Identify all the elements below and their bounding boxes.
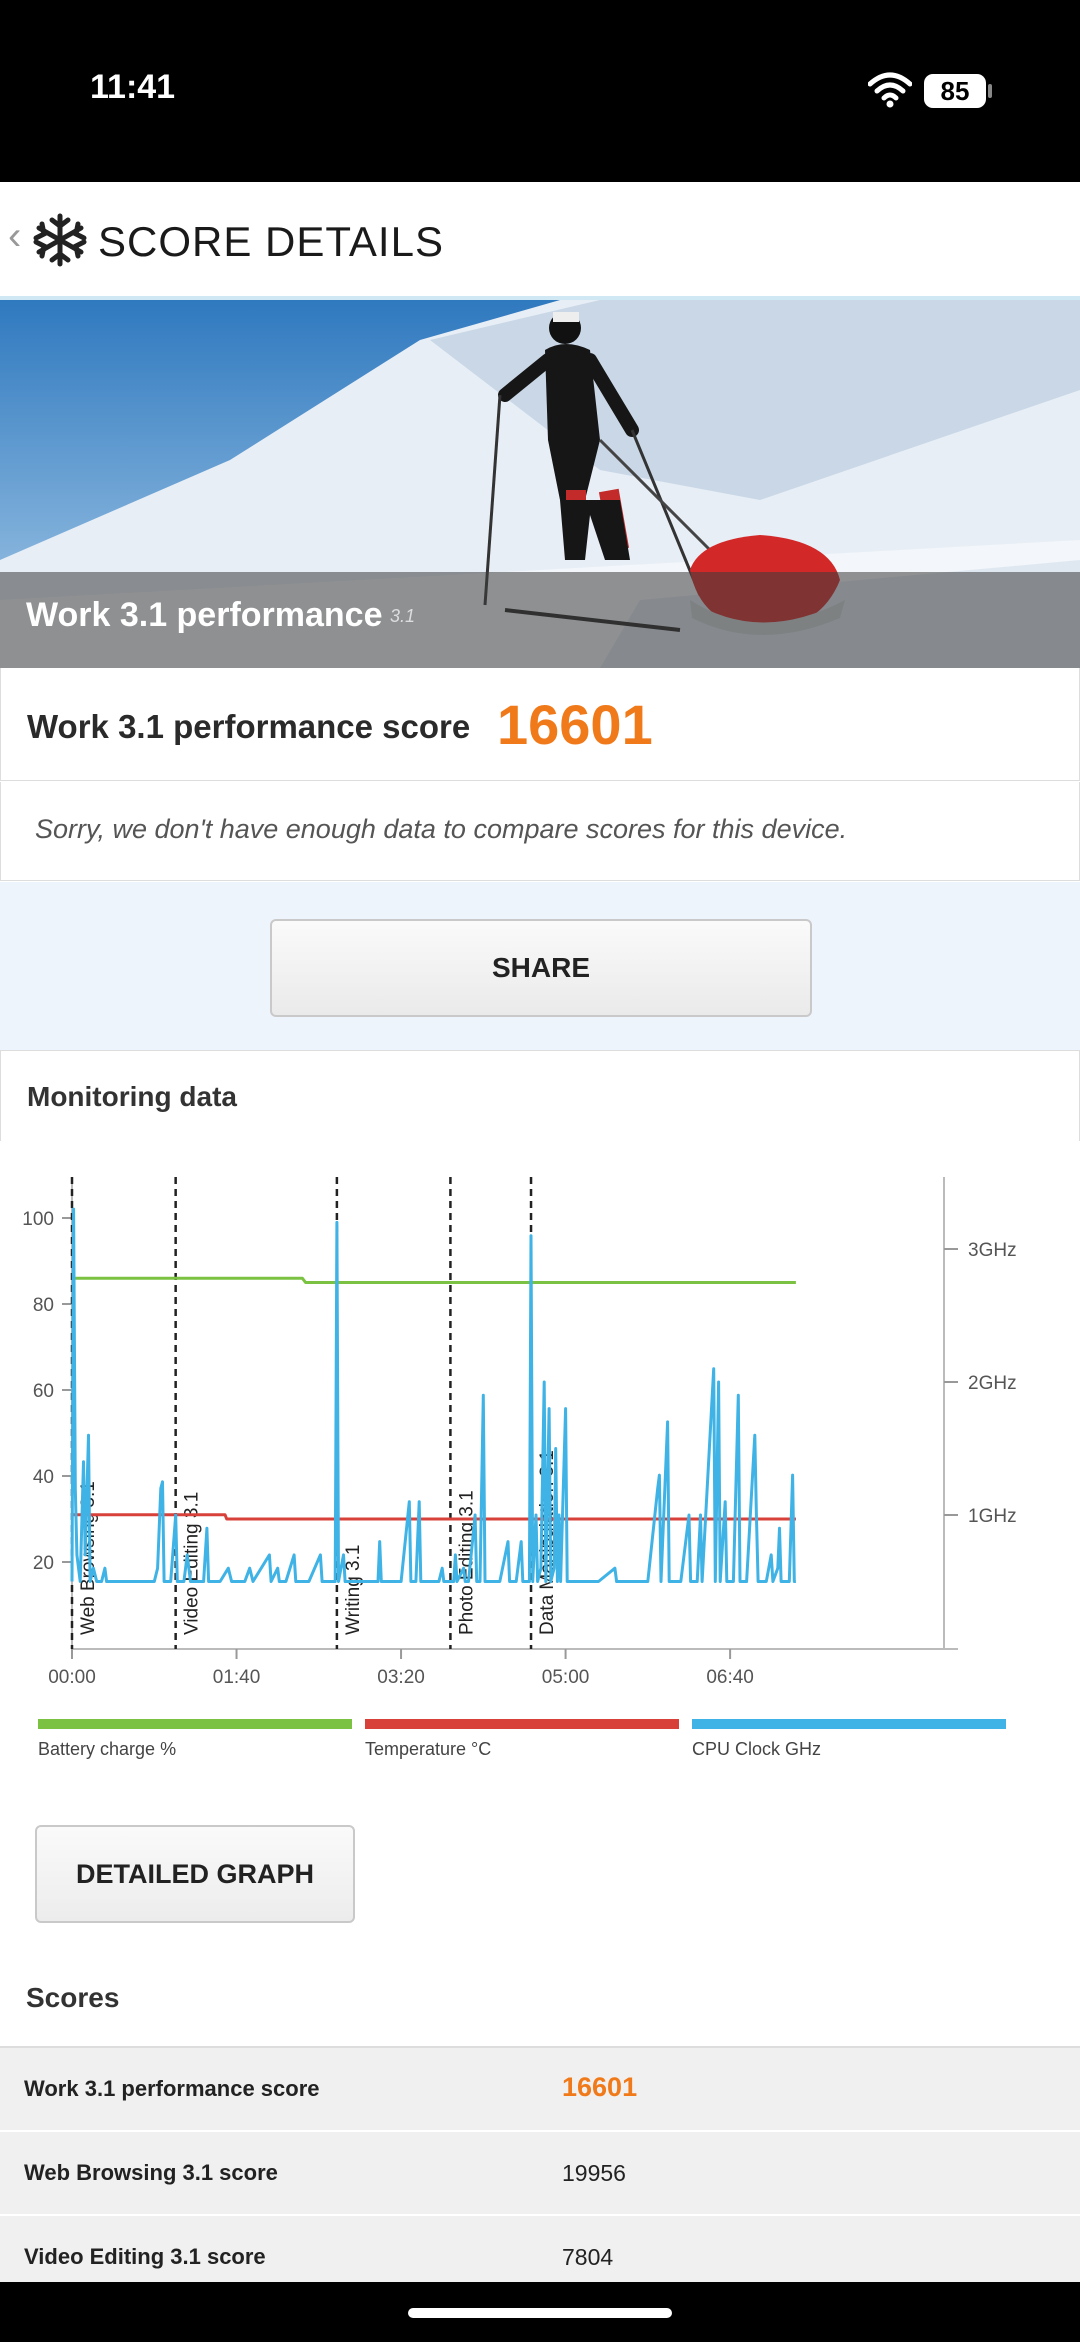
hero-banner: Work 3.1 performance 3.1 [0, 300, 1080, 668]
legend-label: Battery charge % [38, 1739, 176, 1759]
share-section: SHARE [0, 882, 1080, 1050]
monitoring-title: Monitoring data [27, 1081, 237, 1112]
score-label: Work 3.1 performance score [27, 708, 471, 745]
series-line [72, 1276, 796, 1284]
score-summary: Work 3.1 performance score 16601 [0, 668, 1080, 781]
legend-label: Temperature °C [365, 1739, 491, 1759]
home-indicator-area [0, 2282, 1080, 2342]
app-header: ‹ SCORE DETAILS [0, 182, 1080, 300]
x-tick-label: 03:20 [377, 1667, 425, 1688]
test-marker-label: Writing 3.1 [343, 1545, 364, 1635]
status-time: 11:41 [90, 68, 176, 106]
wifi-icon [867, 70, 913, 110]
x-tick-label: 01:40 [213, 1667, 261, 1688]
x-tick-label: 00:00 [48, 1667, 96, 1688]
y-left-tick-label: 40 [33, 1467, 54, 1488]
share-button[interactable]: SHARE [270, 919, 812, 1017]
notice-text: Sorry, we don't have enough data to comp… [35, 814, 848, 844]
y-right-tick-label: 3GHz [968, 1240, 1017, 1261]
monitoring-chart: 100 80 60 40 20 3GHz 2GHz 1GHz 00:00 01:40 03:20 05… [22, 1177, 1017, 1759]
legend-swatch [692, 1719, 1006, 1729]
y-left-tick-label: 80 [33, 1295, 54, 1316]
snowflake-logo-icon [32, 212, 88, 268]
x-tick-label: 05:00 [542, 1667, 590, 1688]
scores-table: Work 3.1 performance score 16601 Web Bro… [0, 2048, 1080, 2300]
y-left-tick-label: 100 [22, 1209, 54, 1230]
legend-swatch [38, 1719, 352, 1729]
score-row-value: 16601 [562, 2072, 638, 2102]
legend-swatch [365, 1719, 679, 1729]
legend-label: CPU Clock GHz [692, 1739, 821, 1759]
score-row-name: Work 3.1 performance score [24, 2076, 320, 2101]
score-row-value: 19956 [562, 2160, 626, 2186]
page-title: SCORE DETAILS [98, 218, 444, 265]
status-bar: 11:41 85 [0, 0, 1080, 182]
score-row-web-browsing: Web Browsing 3.1 score 19956 [0, 2132, 1080, 2216]
score-row-name: Web Browsing 3.1 score [24, 2160, 278, 2185]
y-left-tick-label: 20 [33, 1553, 54, 1574]
back-icon[interactable]: ‹ [8, 214, 21, 259]
y-right-tick-label: 1GHz [968, 1506, 1017, 1527]
hero-title: Work 3.1 performance [26, 596, 383, 634]
score-row-work: Work 3.1 performance score 16601 [0, 2048, 1080, 2132]
detailed-graph-button[interactable]: DETAILED GRAPH [35, 1825, 355, 1923]
series-line [70, 1207, 796, 1583]
monitoring-header: Monitoring data [0, 1050, 1080, 1142]
score-value: 16601 [497, 693, 653, 756]
scores-header: Scores [0, 1960, 1080, 2048]
scores-title: Scores [26, 1982, 120, 2013]
monitoring-chart-container: 100 80 60 40 20 3GHz 2GHz 1GHz 00:00 01:40 03:20 05… [0, 1141, 1080, 2061]
home-indicator[interactable] [408, 2308, 672, 2318]
test-marker-label: Photo Editing 3.1 [456, 1490, 477, 1635]
battery-icon [988, 84, 992, 98]
comparison-notice: Sorry, we don't have enough data to comp… [0, 782, 1080, 881]
x-tick-label: 06:40 [706, 1667, 754, 1688]
score-row-name: Video Editing 3.1 score [24, 2244, 266, 2269]
hero-version: 3.1 [390, 606, 416, 626]
y-right-tick-label: 2GHz [968, 1373, 1017, 1394]
y-left-tick-label: 60 [33, 1381, 54, 1402]
battery-level: 85 [924, 74, 986, 108]
score-row-value: 7804 [562, 2244, 614, 2270]
